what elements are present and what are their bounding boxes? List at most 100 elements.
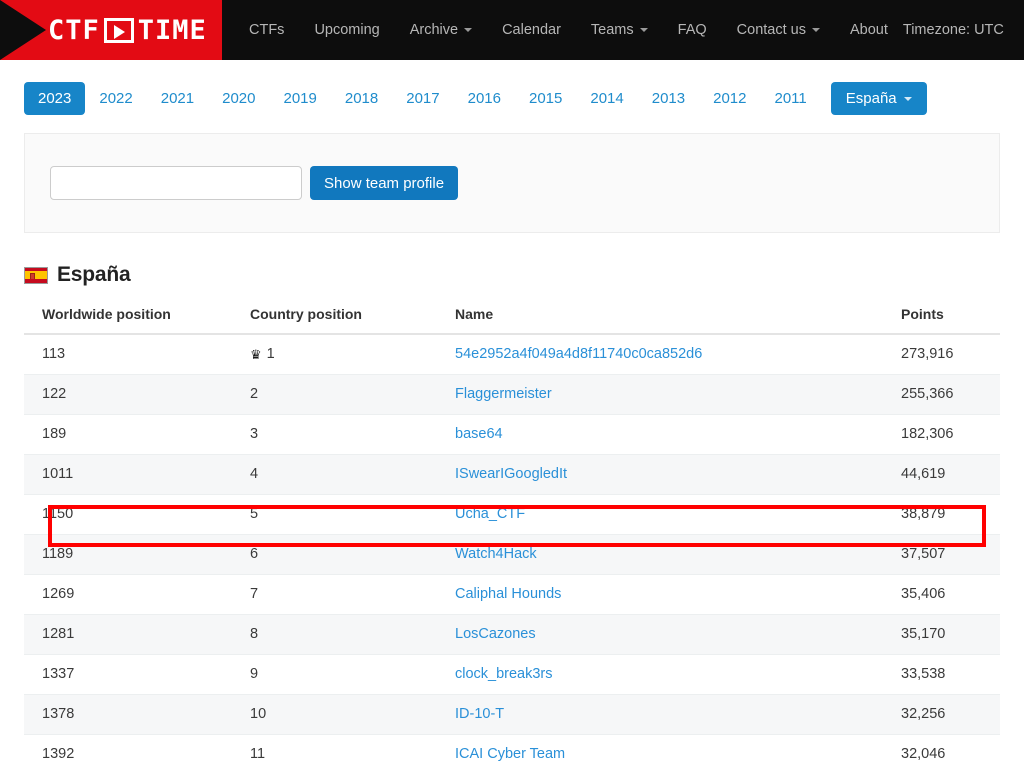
team-profile-link[interactable]: Flaggermeister [455, 386, 552, 402]
tab-year-2011[interactable]: 2011 [761, 82, 821, 115]
cell-team-name: Watch4Hack [447, 534, 893, 575]
country-rating-table: Worldwide position Country position Name… [24, 297, 1000, 774]
cell-country-position: 7 [242, 574, 447, 615]
cell-points: 33,538 [893, 654, 1000, 695]
column-header-country-position: Country position [242, 297, 447, 335]
play-box-icon [103, 17, 134, 43]
team-profile-link[interactable]: ICAI Cyber Team [455, 746, 565, 762]
team-name-input[interactable] [50, 166, 302, 200]
tab-year-2014[interactable]: 2014 [576, 82, 637, 115]
team-profile-link[interactable]: ISwearIGoogledIt [455, 466, 567, 482]
timezone-label: Timezone: UTC [902, 22, 1004, 38]
team-profile-link[interactable]: 54e2952a4f049a4d8f11740c0ca852d6 [455, 346, 702, 362]
tab-year-2020[interactable]: 2020 [208, 82, 269, 115]
chevron-down-icon [464, 28, 473, 32]
country-heading: España [24, 263, 1000, 287]
cell-points: 32,046 [893, 734, 1000, 774]
top-navigation-bar: CTF TIME CTFs Upcoming Archive Calendar … [0, 0, 1024, 60]
nav-item-label: Upcoming [314, 22, 380, 38]
cell-team-name: LosCazones [447, 614, 893, 655]
cell-country-position: 4 [242, 454, 447, 495]
table-row: 1281 8 LosCazones 35,170 [24, 614, 1000, 655]
team-profile-link[interactable]: Watch4Hack [455, 546, 537, 562]
cell-worldwide-position: 1378 [24, 694, 242, 735]
spain-flag-icon [24, 266, 48, 284]
nav-item-contact-us[interactable]: Contact us [722, 0, 835, 60]
cell-points: 32,256 [893, 694, 1000, 735]
tab-year-2018[interactable]: 2018 [331, 82, 392, 115]
nav-item-label: Calendar [502, 22, 561, 38]
nav-item-label: FAQ [677, 22, 707, 38]
tab-year-2021[interactable]: 2021 [147, 82, 208, 115]
table-row: 113 ♛ 1 54e2952a4f049a4d8f11740c0ca852d6 273… [24, 334, 1000, 375]
tab-year-2022[interactable]: 2022 [85, 82, 146, 115]
nav-item-label: Contact us [736, 22, 806, 38]
table-row: 1011 4 ISwearIGoogledIt 44,619 [24, 454, 1000, 495]
cell-points: 182,306 [893, 414, 1000, 455]
nav-item-label: CTFs [249, 22, 285, 38]
table-row: 189 3 base64 182,306 [24, 414, 1000, 455]
nav-item-label: Archive [409, 22, 459, 38]
nav-item-teams[interactable]: Teams [576, 0, 663, 60]
page-root: CTF TIME CTFs Upcoming Archive Calendar … [0, 0, 1024, 774]
nav-item-faq[interactable]: FAQ [663, 0, 722, 60]
cell-points: 44,619 [893, 454, 1000, 495]
team-profile-link[interactable]: base64 [455, 426, 503, 442]
column-header-points: Points [893, 297, 1000, 335]
nav-item-upcoming[interactable]: Upcoming [299, 0, 394, 60]
tab-year-2019[interactable]: 2019 [270, 82, 331, 115]
nav-item-calendar[interactable]: Calendar [487, 0, 576, 60]
cell-points: 37,507 [893, 534, 1000, 575]
cell-team-name: Caliphal Hounds [447, 574, 893, 615]
cell-worldwide-position: 1150 [24, 494, 242, 535]
nav-item-archive[interactable]: Archive [395, 0, 487, 60]
team-profile-link[interactable]: clock_break3rs [455, 666, 553, 682]
cell-worldwide-position: 1269 [24, 574, 242, 615]
tab-year-2015[interactable]: 2015 [515, 82, 576, 115]
cell-country-position: 6 [242, 534, 447, 575]
team-profile-link[interactable]: ID-10-T [455, 706, 504, 722]
show-team-profile-button[interactable]: Show team profile [310, 166, 459, 200]
cell-country-position: 11 [242, 734, 447, 774]
cell-points: 38,879 [893, 494, 1000, 535]
cell-team-name: clock_break3rs [447, 654, 893, 695]
flag-band-top [25, 267, 47, 272]
logo-word-time: TIME [137, 14, 207, 46]
cell-team-name: base64 [447, 414, 893, 455]
table-header-row: Worldwide position Country position Name… [24, 297, 1000, 335]
cell-team-name: ISwearIGoogledIt [447, 454, 893, 495]
tab-year-2012[interactable]: 2012 [699, 82, 760, 115]
cell-worldwide-position: 1011 [24, 454, 242, 495]
tab-year-2017[interactable]: 2017 [392, 82, 453, 115]
table-body: 113 ♛ 1 54e2952a4f049a4d8f11740c0ca852d6 273… [24, 334, 1000, 774]
year-tab-bar: 2023 2022 2021 2020 2019 2018 2017 2016 … [0, 60, 1024, 115]
cell-team-name: ICAI Cyber Team [447, 734, 893, 774]
cell-country-position: 9 [242, 654, 447, 695]
cell-team-name: 54e2952a4f049a4d8f11740c0ca852d6 [447, 334, 893, 375]
chevron-down-icon [903, 96, 912, 101]
cell-worldwide-position: 189 [24, 414, 242, 455]
nav-item-about[interactable]: About [835, 0, 903, 60]
flag-band-bottom [25, 278, 47, 283]
cell-points: 35,406 [893, 574, 1000, 615]
country-selector-label: España [845, 90, 897, 107]
cell-worldwide-position: 1337 [24, 654, 242, 695]
nav-item-label: Teams [590, 22, 634, 38]
team-profile-link[interactable]: LosCazones [455, 626, 536, 642]
cell-country-position: 8 [242, 614, 447, 655]
tab-year-2016[interactable]: 2016 [454, 82, 515, 115]
team-profile-link[interactable]: Caliphal Hounds [455, 586, 561, 602]
tab-year-2023[interactable]: 2023 [24, 82, 86, 115]
ctftime-logo[interactable]: CTF TIME [0, 0, 222, 60]
cell-team-name: ID-10-T [447, 694, 893, 735]
table-row: 1189 6 Watch4Hack 37,507 [24, 534, 1000, 575]
nav-item-ctfs[interactable]: CTFs [234, 0, 299, 60]
logo-text-group: CTF TIME [48, 0, 207, 60]
country-selector-dropdown[interactable]: España [830, 82, 927, 115]
crown-icon: ♛ [250, 346, 262, 362]
page-title: España [57, 263, 131, 286]
tab-year-2013[interactable]: 2013 [638, 82, 699, 115]
team-profile-link[interactable]: Ucha_CTF [455, 506, 525, 522]
table-row: 1269 7 Caliphal Hounds 35,406 [24, 574, 1000, 615]
table-row: 1392 11 ICAI Cyber Team 32,046 [24, 734, 1000, 774]
